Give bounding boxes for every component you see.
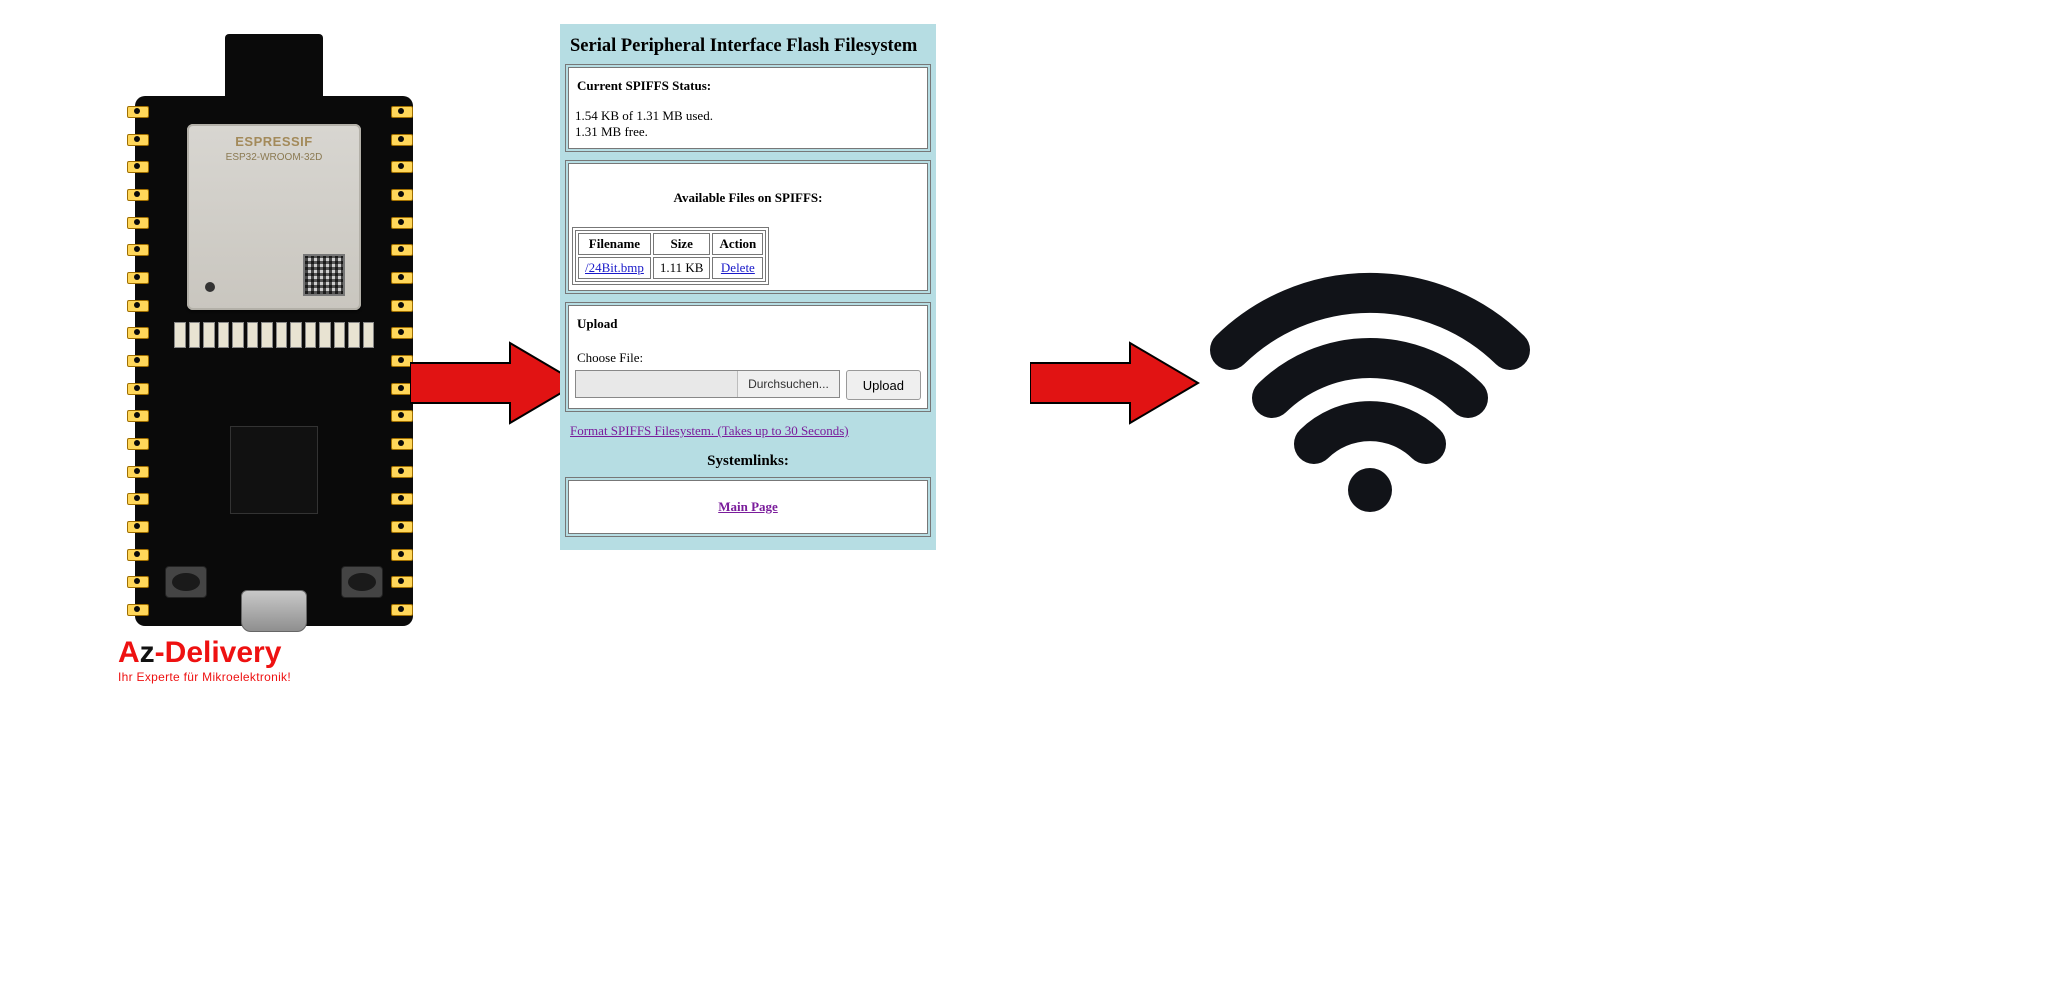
header-pin xyxy=(127,438,155,450)
brand-tagline: Ihr Experte für Mikroelektronik! xyxy=(118,670,291,684)
header-pin xyxy=(127,604,155,616)
file-size: 1.11 KB xyxy=(653,257,711,279)
header-pin xyxy=(391,106,419,118)
micro-usb-port xyxy=(241,590,307,632)
header-pin xyxy=(127,493,155,505)
files-box: Available Files on SPIFFS: Filename Size… xyxy=(568,163,928,291)
shield-model: ESP32-WROOM-32D xyxy=(187,152,361,163)
files-title: Available Files on SPIFFS: xyxy=(575,190,921,206)
header-pin xyxy=(127,300,155,312)
header-pin xyxy=(391,549,419,561)
header-pin xyxy=(127,521,155,533)
metal-shield: ESPRESSIF ESP32-WROOM-32D xyxy=(187,124,361,310)
shield-dot xyxy=(205,282,215,292)
wifi-icon xyxy=(1210,210,1530,530)
header-pin xyxy=(127,161,155,173)
delete-link[interactable]: Delete xyxy=(721,260,755,275)
status-line-2: 1.31 MB free. xyxy=(575,124,921,140)
header-pin xyxy=(127,272,155,284)
header-pin xyxy=(391,466,419,478)
choose-file-label: Choose File: xyxy=(577,350,921,366)
header-pin xyxy=(127,217,155,229)
header-pin xyxy=(127,106,155,118)
col-size: Size xyxy=(653,233,711,255)
board-antenna xyxy=(225,34,323,96)
header-pin xyxy=(127,189,155,201)
header-pin xyxy=(391,604,419,616)
header-pin xyxy=(391,576,419,588)
upload-box: Upload Choose File: Durchsuchen... Uploa… xyxy=(568,305,928,409)
systemlinks-box: Main Page xyxy=(568,480,928,534)
board-boot-button xyxy=(341,566,383,598)
col-action: Action xyxy=(712,233,763,255)
header-pin xyxy=(391,134,419,146)
spiffs-panel: Serial Peripheral Interface Flash Filesy… xyxy=(560,24,936,550)
status-line-1: 1.54 KB of 1.31 MB used. xyxy=(575,108,921,124)
systemlinks-heading: Systemlinks: xyxy=(568,453,928,470)
header-pin xyxy=(127,549,155,561)
status-title: Current SPIFFS Status: xyxy=(577,78,921,94)
table-header-row: Filename Size Action xyxy=(578,233,763,255)
pin-column-left xyxy=(127,106,157,616)
shield-brand: ESPRESSIF xyxy=(187,134,361,149)
header-pin xyxy=(127,244,155,256)
upload-title: Upload xyxy=(577,316,921,332)
header-pin xyxy=(391,244,419,256)
brand-z: z xyxy=(140,636,155,669)
table-row: /24Bit.bmp 1.11 KB Delete xyxy=(578,257,763,279)
esp32-board: ESPRESSIF ESP32-WROOM-32D xyxy=(135,96,413,626)
main-page-link[interactable]: Main Page xyxy=(718,499,778,514)
header-pin xyxy=(391,300,419,312)
shield-qr xyxy=(303,254,345,296)
status-box: Current SPIFFS Status: 1.54 KB of 1.31 M… xyxy=(568,67,928,149)
file-path-field[interactable] xyxy=(576,371,737,397)
header-pin xyxy=(127,410,155,422)
format-link[interactable]: Format SPIFFS Filesystem. (Takes up to 3… xyxy=(570,423,926,439)
header-pin xyxy=(391,521,419,533)
header-pin xyxy=(391,161,419,173)
brand-delivery: -Delivery xyxy=(155,636,282,669)
header-pin xyxy=(391,272,419,284)
arrow-right-1 xyxy=(410,338,580,428)
header-pin xyxy=(391,493,419,505)
upload-button[interactable]: Upload xyxy=(846,370,921,400)
header-pin xyxy=(127,576,155,588)
arrow-right-2 xyxy=(1030,338,1200,428)
header-pin xyxy=(127,383,155,395)
files-table: Filename Size Action /24Bit.bmp 1.11 KB … xyxy=(575,230,766,282)
header-pin xyxy=(127,355,155,367)
smd-row xyxy=(174,322,374,348)
page-title: Serial Peripheral Interface Flash Filesy… xyxy=(570,36,926,57)
header-pin xyxy=(127,134,155,146)
board-en-button xyxy=(165,566,207,598)
browse-button[interactable]: Durchsuchen... xyxy=(737,371,839,397)
brand-a: A xyxy=(118,636,140,669)
board-caption: Az-Delivery Ihr Experte für Mikroelektro… xyxy=(118,636,291,684)
file-link[interactable]: /24Bit.bmp xyxy=(585,260,644,275)
file-input[interactable]: Durchsuchen... xyxy=(575,370,840,398)
header-pin xyxy=(391,438,419,450)
header-pin xyxy=(391,217,419,229)
header-pin xyxy=(127,327,155,339)
header-pin xyxy=(127,466,155,478)
header-pin xyxy=(391,189,419,201)
mcu-chip xyxy=(230,426,318,514)
col-filename: Filename xyxy=(578,233,651,255)
